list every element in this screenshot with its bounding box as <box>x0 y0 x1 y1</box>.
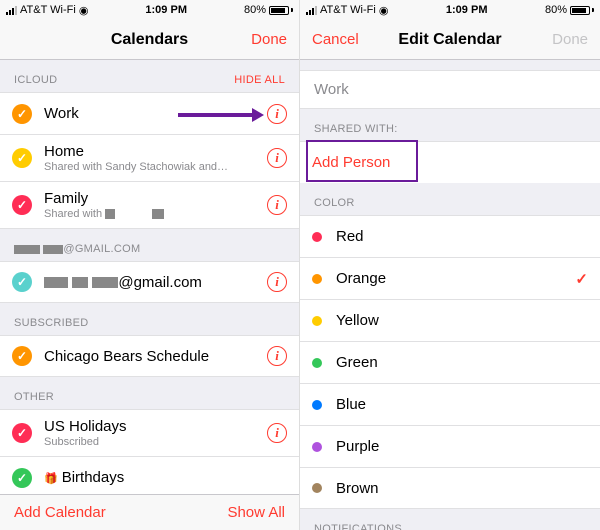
annotation-arrow <box>178 105 264 125</box>
color-label: Purple <box>336 438 588 455</box>
checkmark-icon[interactable]: ✓ <box>12 468 32 488</box>
show-all-button[interactable]: Show All <box>227 504 285 521</box>
color-row-brown[interactable]: Brown <box>300 467 600 509</box>
section-header-notifications: NOTIFICATIONS <box>300 509 600 530</box>
checkmark-icon[interactable]: ✓ <box>12 195 32 215</box>
checkmark-icon[interactable]: ✓ <box>12 104 32 124</box>
section-header-shared: SHARED WITH: <box>300 109 600 141</box>
status-time: 1:09 PM <box>145 4 187 16</box>
add-person-row[interactable]: Add Person <box>300 141 600 183</box>
color-label: Green <box>336 354 588 371</box>
signal-icon <box>306 6 317 15</box>
edit-calendar-screen: AT&T Wi-Fi◉ 1:09 PM 80% Cancel Edit Cale… <box>300 0 600 530</box>
navbar: Cancel Edit Calendar Done <box>300 20 600 60</box>
selected-check-icon: ✓ <box>575 270 588 288</box>
add-calendar-button[interactable]: Add Calendar <box>14 504 106 521</box>
color-label: Blue <box>336 396 588 413</box>
status-bar: AT&T Wi-Fi◉ 1:09 PM 80% <box>300 0 600 20</box>
calendar-name-field[interactable]: Work <box>300 70 600 109</box>
section-header-other: OTHER <box>0 377 299 409</box>
done-button[interactable]: Done <box>552 31 588 48</box>
section-header-color: COLOR <box>300 183 600 215</box>
checkmark-icon[interactable]: ✓ <box>12 148 32 168</box>
signal-icon <box>6 6 17 15</box>
add-person-label: Add Person <box>312 154 390 171</box>
battery-icon <box>570 6 594 15</box>
battery-percent: 80% <box>244 4 266 16</box>
calendars-screen: AT&T Wi-Fi◉ 1:09 PM 80% Calendars Done I… <box>0 0 300 530</box>
wifi-icon: ◉ <box>379 4 389 17</box>
color-dot-icon <box>312 358 322 368</box>
navbar: Calendars Done <box>0 20 299 60</box>
color-row-yellow[interactable]: Yellow <box>300 299 600 341</box>
calendar-row-gmail[interactable]: ✓ @gmail.com i <box>0 261 299 303</box>
color-label: Red <box>336 228 588 245</box>
color-row-red[interactable]: Red <box>300 215 600 257</box>
color-row-blue[interactable]: Blue <box>300 383 600 425</box>
color-dot-icon <box>312 442 322 452</box>
color-label: Orange <box>336 270 575 287</box>
checkmark-icon[interactable]: ✓ <box>12 423 32 443</box>
info-icon[interactable]: i <box>267 423 287 443</box>
section-header-subscribed: SUBSCRIBED <box>0 303 299 335</box>
color-dot-icon <box>312 483 322 493</box>
wifi-icon: ◉ <box>79 4 89 17</box>
info-icon[interactable]: i <box>267 195 287 215</box>
info-icon[interactable]: i <box>267 346 287 366</box>
color-row-orange[interactable]: Orange✓ <box>300 257 600 299</box>
color-dot-icon <box>312 274 322 284</box>
section-header-gmail: @GMAIL.COM <box>0 229 299 261</box>
checkmark-icon[interactable]: ✓ <box>12 272 32 292</box>
status-bar: AT&T Wi-Fi◉ 1:09 PM 80% <box>0 0 299 20</box>
color-dot-icon <box>312 232 322 242</box>
calendar-row-birthdays[interactable]: ✓ 🎁Birthdays <box>0 456 299 494</box>
color-label: Brown <box>336 480 588 497</box>
battery-percent: 80% <box>545 4 567 16</box>
info-icon[interactable]: i <box>267 104 287 124</box>
color-label: Yellow <box>336 312 588 329</box>
done-button[interactable]: Done <box>251 31 287 48</box>
section-header-icloud: ICLOUD HIDE ALL <box>0 60 299 92</box>
color-row-purple[interactable]: Purple <box>300 425 600 467</box>
calendar-row-home[interactable]: ✓ HomeShared with Sandy Stachowiak and… … <box>0 134 299 181</box>
info-icon[interactable]: i <box>267 272 287 292</box>
toolbar: Add Calendar Show All <box>0 494 299 530</box>
hide-all-button[interactable]: HIDE ALL <box>234 74 285 86</box>
carrier-label: AT&T Wi-Fi <box>320 4 376 16</box>
calendar-row-holidays[interactable]: ✓ US HolidaysSubscribed i <box>0 409 299 456</box>
carrier-label: AT&T Wi-Fi <box>20 4 76 16</box>
battery-icon <box>269 6 293 15</box>
color-row-green[interactable]: Green <box>300 341 600 383</box>
calendar-row-work[interactable]: ✓ Work i <box>0 92 299 134</box>
checkmark-icon[interactable]: ✓ <box>12 346 32 366</box>
cancel-button[interactable]: Cancel <box>312 31 359 48</box>
calendar-row-family[interactable]: ✓ FamilyShared with i <box>0 181 299 229</box>
calendar-row-bears[interactable]: ✓ Chicago Bears Schedule i <box>0 335 299 377</box>
gift-icon: 🎁 <box>44 473 58 485</box>
color-dot-icon <box>312 316 322 326</box>
color-dot-icon <box>312 400 322 410</box>
info-icon[interactable]: i <box>267 148 287 168</box>
status-time: 1:09 PM <box>446 4 488 16</box>
